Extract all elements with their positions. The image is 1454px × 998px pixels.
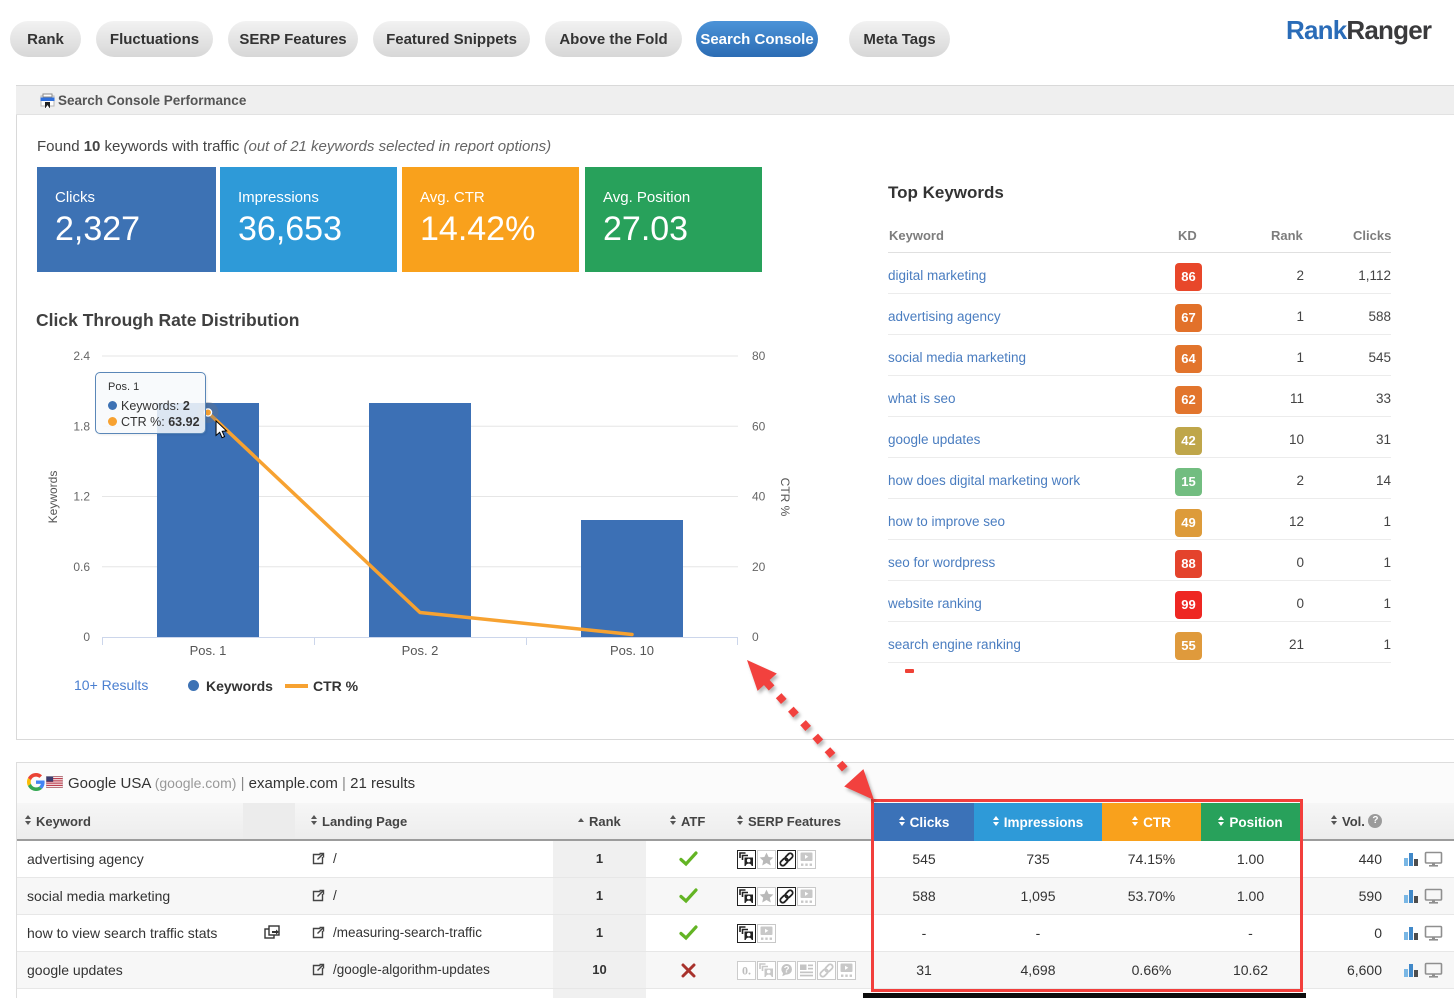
- svg-text:Pos. 2: Pos. 2: [402, 643, 439, 658]
- svg-text:0.: 0.: [742, 964, 751, 978]
- svg-text:CTR %: CTR %: [778, 478, 792, 517]
- svg-text:1.8: 1.8: [73, 419, 90, 433]
- svg-text:2.4: 2.4: [73, 349, 90, 363]
- svg-text:80: 80: [752, 349, 766, 363]
- svg-text:?: ?: [784, 965, 790, 976]
- svg-text:20: 20: [752, 560, 766, 574]
- svg-text:40: 40: [752, 490, 766, 504]
- svg-text:60: 60: [752, 419, 766, 433]
- svg-text:0.6: 0.6: [73, 560, 90, 574]
- svg-text:Pos. 1: Pos. 1: [190, 643, 227, 658]
- svg-text:1.2: 1.2: [73, 490, 90, 504]
- svg-text:Pos. 10: Pos. 10: [610, 643, 654, 658]
- svg-text:0: 0: [83, 630, 90, 644]
- svg-text:Keywords: Keywords: [46, 471, 60, 524]
